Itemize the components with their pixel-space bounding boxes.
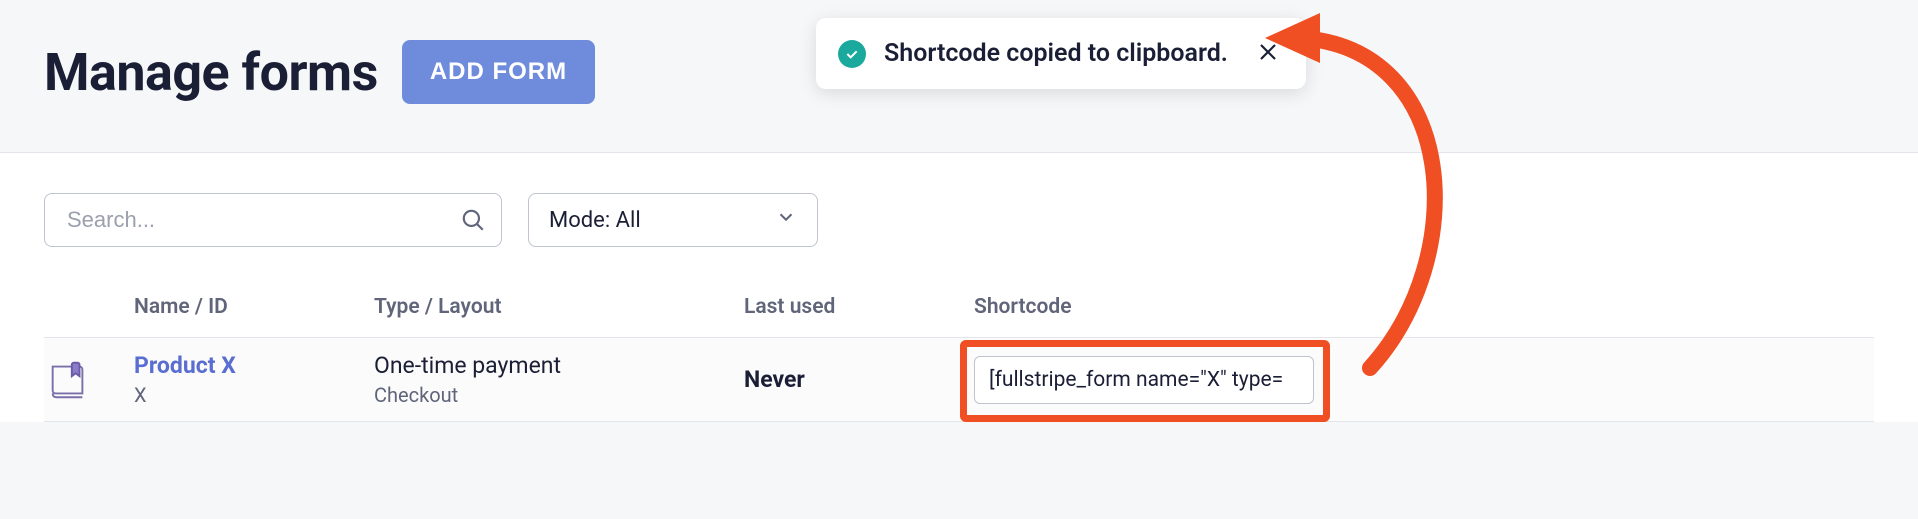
col-shortcode: Shortcode [974, 295, 1394, 319]
form-id: X [134, 383, 374, 407]
col-name: Name / ID [134, 295, 374, 319]
forms-table: Name / ID Type / Layout Last used Shortc… [44, 295, 1874, 422]
check-icon [838, 40, 866, 68]
search-input[interactable] [44, 193, 502, 247]
mode-filter-select[interactable]: Mode: All [528, 193, 818, 247]
mode-filter-label: Mode: All [549, 208, 641, 233]
clipboard-toast: Shortcode copied to clipboard. [816, 18, 1306, 89]
table-row: Product X X One-time payment Checkout Ne… [44, 338, 1874, 422]
col-type: Type / Layout [374, 295, 744, 319]
page-title: Manage forms [44, 42, 378, 103]
form-type: One-time payment [374, 352, 744, 379]
shortcode-input[interactable] [974, 356, 1314, 404]
form-name-link[interactable]: Product X [134, 352, 236, 379]
add-form-button[interactable]: ADD FORM [402, 40, 595, 104]
table-header-row: Name / ID Type / Layout Last used Shortc… [44, 295, 1874, 338]
toast-close-button[interactable] [1252, 36, 1284, 71]
col-last-used: Last used [744, 295, 974, 319]
close-icon [1256, 40, 1280, 67]
chevron-down-icon [775, 206, 797, 234]
content-panel: Mode: All Name / ID Type / Layout Last u… [0, 152, 1918, 422]
search-wrapper [44, 193, 502, 247]
form-layout: Checkout [374, 383, 744, 407]
toast-message: Shortcode copied to clipboard. [884, 39, 1228, 68]
last-used-value: Never [744, 366, 974, 393]
form-icon [44, 356, 92, 404]
filters-row: Mode: All [44, 193, 1874, 247]
